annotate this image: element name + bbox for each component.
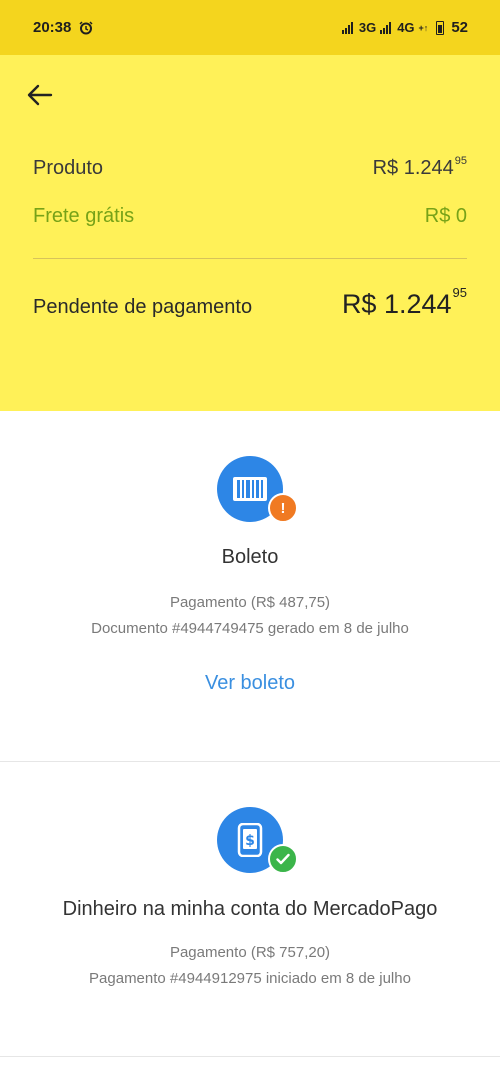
shipping-amount: R$ 0 bbox=[424, 205, 467, 227]
signal-icon bbox=[380, 21, 392, 34]
payment-reference: Pagamento #4944912975 iniciado em 8 de j… bbox=[89, 970, 411, 987]
check-icon bbox=[268, 844, 298, 874]
payment-boleto: ! Boleto Pagamento (R$ 487,75) Documento… bbox=[0, 411, 500, 762]
status-right: 3G 4G +↑ 52 bbox=[341, 19, 468, 36]
svg-text:$: $ bbox=[245, 833, 255, 849]
view-boleto-link[interactable]: Ver boleto bbox=[150, 672, 350, 695]
status-bar: 20:38 3G 4G +↑ 52 bbox=[0, 0, 500, 55]
product-amount: R$ 1.24495 bbox=[372, 155, 467, 180]
network-label-2: 4G bbox=[397, 20, 415, 35]
back-arrow-icon bbox=[27, 84, 53, 106]
signal-icon bbox=[341, 21, 353, 34]
pending-row: Pendente de pagamento R$ 1.24495 bbox=[33, 285, 467, 320]
product-label: Produto bbox=[33, 157, 104, 179]
product-row: Produto R$ 1.24495 bbox=[33, 155, 467, 180]
payment-document: Documento #4944749475 gerado em 8 de jul… bbox=[91, 620, 409, 637]
shipping-label: Frete grátis bbox=[33, 205, 135, 227]
payment-title: Boleto bbox=[221, 546, 279, 568]
pending-label: Pendente de pagamento bbox=[33, 296, 253, 318]
product-cents: 95 bbox=[454, 155, 467, 168]
order-summary: Produto R$ 1.24495 Frete grátis R$ 0 Pen… bbox=[0, 55, 500, 411]
clock-time: 20:38 bbox=[33, 19, 72, 36]
product-amount-value: R$ 1.244 bbox=[372, 157, 454, 179]
summary-divider bbox=[33, 258, 467, 259]
warning-icon: ! bbox=[268, 493, 298, 523]
network-suffix: +↑ bbox=[418, 22, 429, 33]
network-label-1: 3G bbox=[358, 20, 377, 35]
pending-amount-value: R$ 1.244 bbox=[341, 289, 452, 319]
status-left: 20:38 bbox=[33, 19, 93, 36]
pending-cents: 95 bbox=[452, 285, 467, 300]
battery-icon bbox=[436, 20, 445, 35]
shipping-row: Frete grátis R$ 0 bbox=[33, 205, 467, 228]
pending-amount: R$ 1.24495 bbox=[341, 285, 467, 320]
payment-amount: Pagamento (R$ 487,75) bbox=[169, 594, 331, 611]
back-button[interactable] bbox=[22, 77, 58, 113]
alarm-icon bbox=[79, 20, 93, 34]
payment-amount: Pagamento (R$ 757,20) bbox=[169, 944, 331, 961]
payment-mercadopago: $ Dinheiro na minha conta do MercadoPago… bbox=[0, 762, 500, 1057]
payment-title: Dinheiro na minha conta do MercadoPago bbox=[62, 898, 438, 920]
battery-level: 52 bbox=[451, 19, 468, 36]
